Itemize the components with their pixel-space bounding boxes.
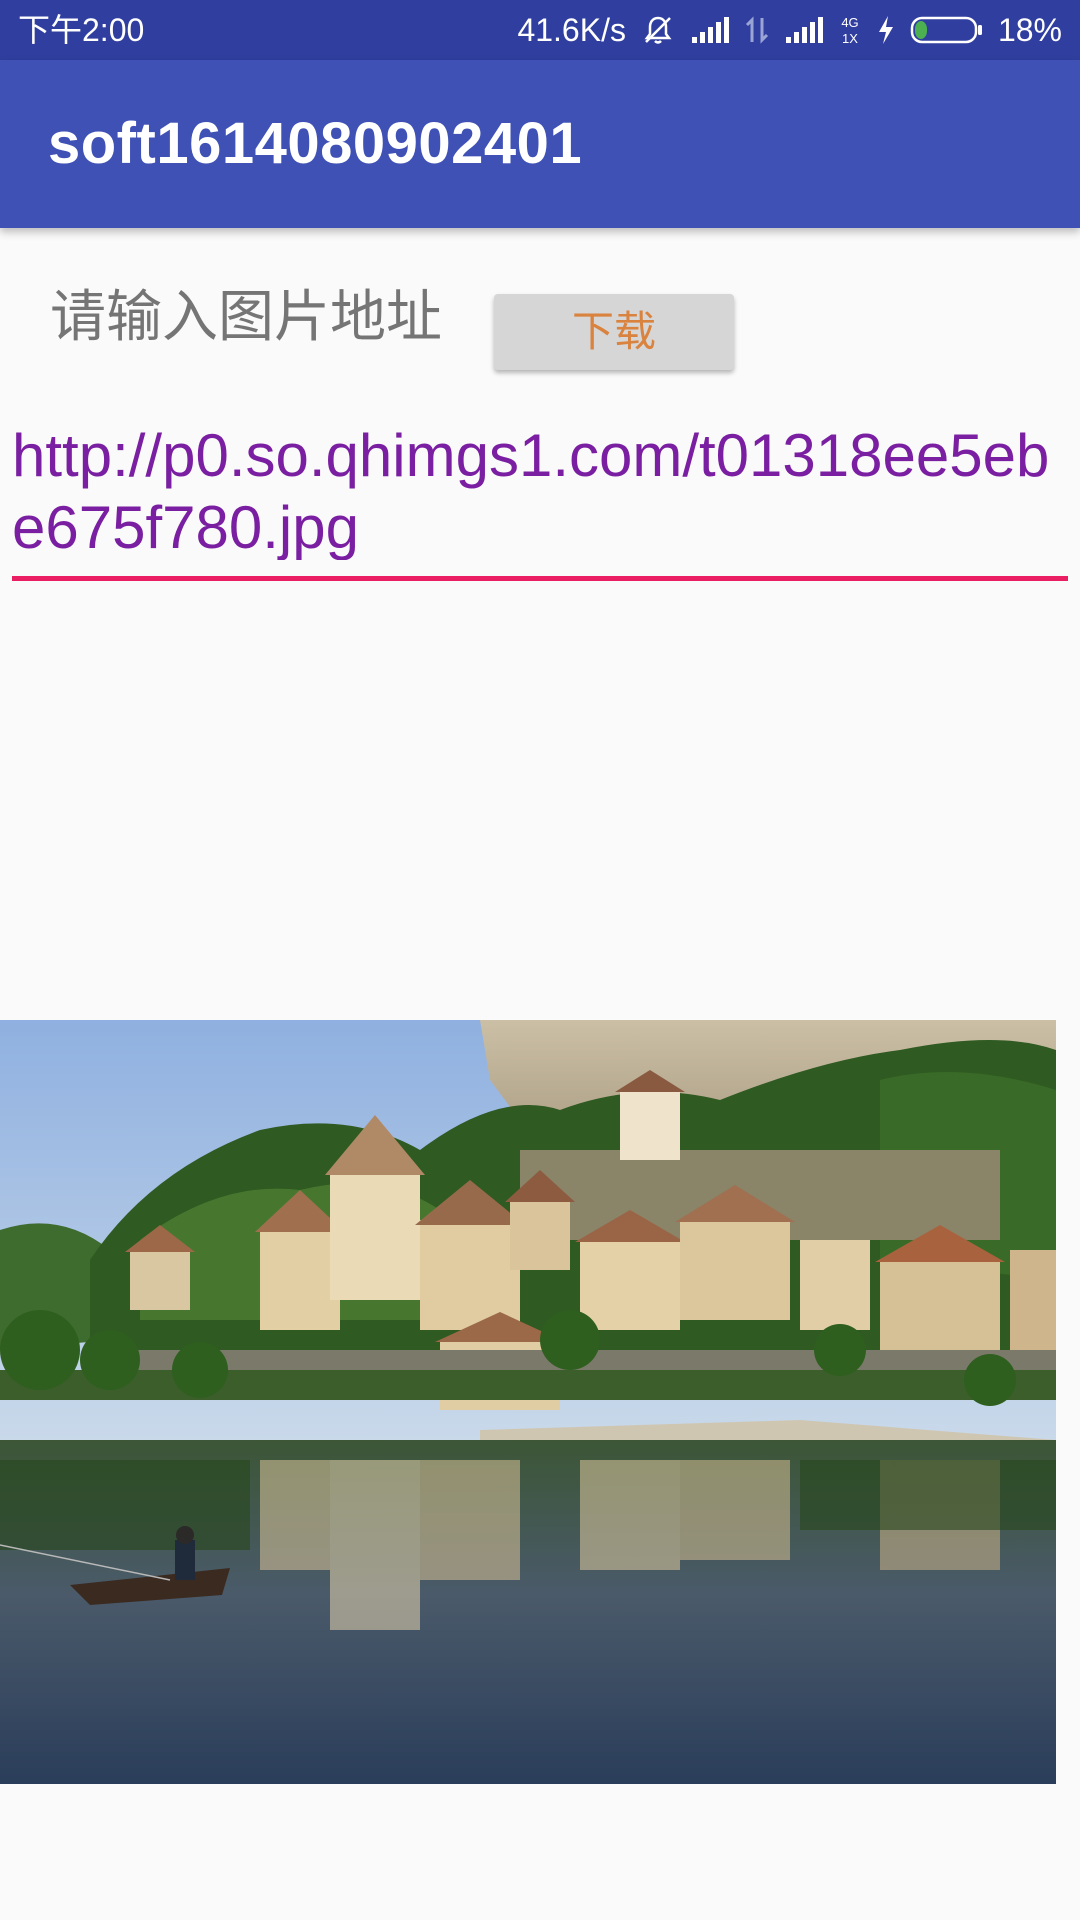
svg-text:4G: 4G: [841, 15, 858, 30]
battery-percent: 18%: [997, 12, 1062, 48]
signal-icon: [690, 15, 730, 45]
status-bar: 下午2:00 41.6K/s 4G 1X 18%: [0, 0, 1080, 60]
network-speed: 41.6K/s: [517, 12, 626, 48]
mute-icon: [640, 12, 676, 48]
charging-icon: [876, 14, 896, 46]
battery-icon: [910, 14, 984, 46]
app-title: soft1614080902401: [48, 111, 583, 176]
data-arrows-icon: [744, 14, 770, 46]
status-time: 下午2:00: [18, 12, 145, 48]
url-input-underline: [12, 576, 1068, 581]
app-bar: soft1614080902401: [0, 60, 1080, 228]
url-prompt-label: 请输入图片地址: [50, 285, 442, 350]
network-type-label: 4G 1X: [838, 13, 862, 47]
download-button[interactable]: 下载: [494, 294, 734, 370]
village-river-photo: [0, 1020, 1056, 1784]
svg-text:1X: 1X: [842, 31, 858, 46]
status-icons: 41.6K/s 4G 1X 18%: [517, 11, 1062, 49]
signal-4g-icon: [784, 15, 824, 45]
url-input[interactable]: [12, 420, 1068, 560]
downloaded-image: [0, 1020, 1056, 1784]
